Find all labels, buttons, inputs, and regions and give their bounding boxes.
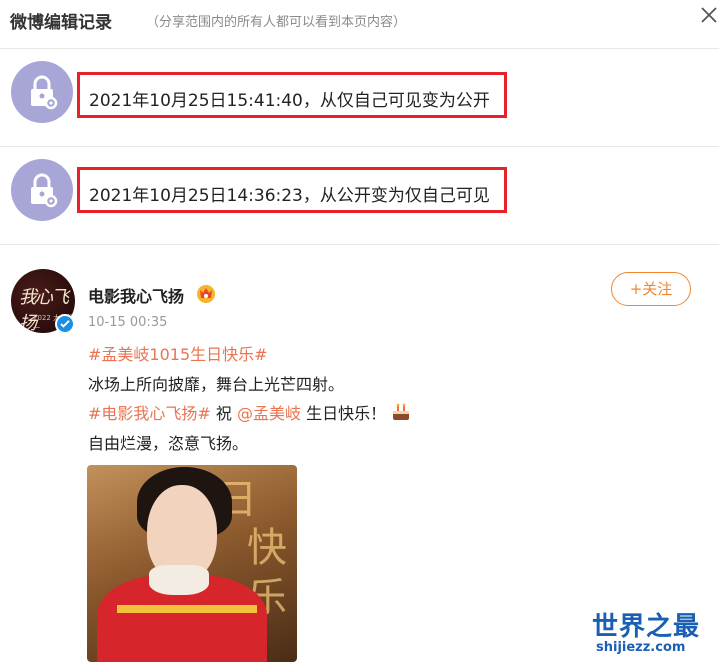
dialog-header: 微博编辑记录 （分享范围内的所有人都可以看到本页内容） [0, 0, 719, 44]
watermark-url: shijiezz.com [596, 640, 686, 655]
post-text-line: #电影我心飞扬# 祝 @孟美岐 生日快乐！ [88, 400, 412, 424]
dialog-subtitle: （分享范围内的所有人都可以看到本页内容） [146, 15, 407, 30]
post-time[interactable]: 10-15 00:35 [88, 315, 167, 330]
post-text-fragment: 生日快乐！ [301, 404, 387, 423]
poster-figure [117, 605, 257, 613]
post-text-line: 自由烂漫，恣意飞扬。 [88, 434, 249, 453]
record-text: 2021年10月25日14:36:23，从公开变为仅自己可见 [89, 186, 490, 206]
topic-tag[interactable]: #孟美岐1015生日快乐# [88, 345, 268, 364]
watermark-title: 世界之最 [592, 612, 701, 642]
poster-figure [149, 565, 209, 595]
verified-icon [55, 314, 75, 334]
edit-record: 2021年10月25日14:36:23，从公开变为仅自己可见 [0, 147, 719, 245]
edit-record: 2021年10月25日15:41:40，从仅自己可见变为公开 [0, 49, 719, 147]
post-text-line: 冰场上所向披靡，舞台上光芒四射。 [88, 375, 345, 394]
mention-link[interactable]: @孟美岐 [237, 404, 301, 423]
topic-tag[interactable]: #电影我心飞扬# [88, 404, 211, 423]
dialog-title: 微博编辑记录 [10, 13, 112, 33]
close-icon[interactable] [700, 6, 718, 24]
post-image[interactable]: 日 快 乐 [87, 465, 297, 662]
lock-gear-icon [11, 159, 73, 221]
post-text-fragment: 祝 [210, 404, 238, 423]
author-name[interactable]: 电影我心飞扬 [88, 283, 184, 307]
post-text-line: #孟美岐1015生日快乐# [88, 341, 268, 365]
record-highlight-box: 2021年10月25日15:41:40，从仅自己可见变为公开 [77, 72, 507, 118]
follow-button[interactable]: +关注 [611, 272, 691, 306]
weibo-post: 我心飞扬 2022 大年初一 电影我心飞扬 +关注 10-15 00:35 #孟… [0, 245, 719, 662]
site-watermark: 世界之最 shijiezz.com [590, 606, 712, 658]
cake-emoji-icon [393, 403, 410, 420]
record-highlight-box: 2021年10月25日14:36:23，从公开变为仅自己可见 [77, 167, 507, 213]
lock-gear-icon [11, 61, 73, 123]
record-text: 2021年10月25日15:41:40，从仅自己可见变为公开 [89, 91, 490, 111]
crown-badge-icon [197, 285, 215, 303]
